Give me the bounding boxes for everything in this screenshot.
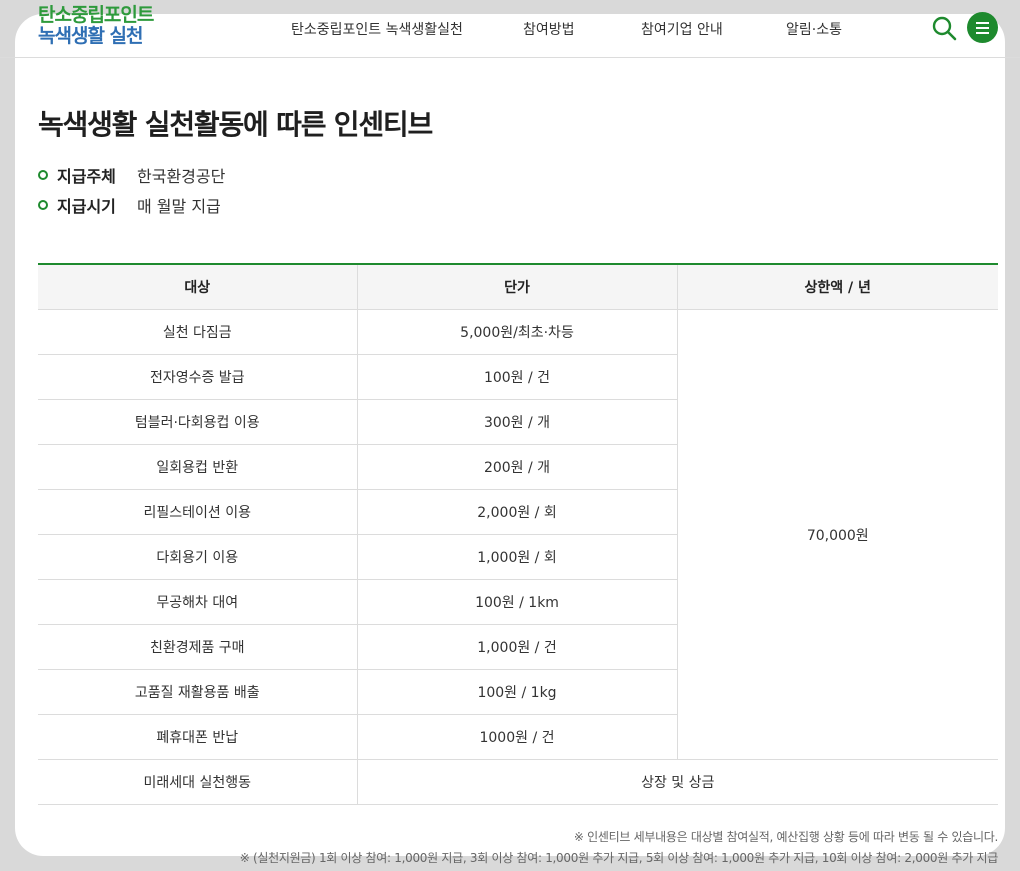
cell-target: 전자영수증 발급 [38, 354, 357, 400]
cell-target: 리필스테이션 이용 [38, 489, 357, 535]
info-value: 매 월말 지급 [137, 197, 221, 216]
cell-target: 실천 다짐금 [38, 309, 357, 355]
cell-target: 미래세대 실천행동 [38, 759, 357, 805]
table-header-row: 대상 단가 상한액 / 년 [38, 264, 998, 310]
cell-price: 300원 / 개 [356, 399, 677, 445]
info-label: 지급주체 [57, 167, 116, 186]
cell-price: 100원 / 1km [356, 579, 677, 625]
cell-price: 2,000원 / 회 [356, 489, 677, 535]
logo-line-1: 탄소중립포인트 [38, 4, 154, 26]
cell-target: 친환경제품 구매 [38, 624, 357, 670]
search-icon[interactable] [931, 15, 957, 41]
nav-item-partner-companies[interactable]: 참여기업 안내 [641, 19, 723, 39]
cell-target: 고품질 재활용품 배출 [38, 669, 357, 715]
cell-price: 200원 / 개 [356, 444, 677, 490]
footnote-incentive-change: ※ 인센티브 세부내용은 대상별 참여실적, 예산집행 상황 등에 따라 변동 … [573, 830, 998, 844]
nav-item-how-to-join[interactable]: 참여방법 [523, 19, 575, 39]
cell-target: 다회용기 이용 [38, 534, 357, 580]
info-label: 지급시기 [57, 197, 116, 216]
cell-price: 100원 / 1kg [356, 669, 677, 715]
cell-target: 무공해차 대여 [38, 579, 357, 625]
footnote-support-payment: ※ (실천지원금) 1회 이상 참여: 1,000원 지급, 3회 이상 참여:… [239, 851, 999, 865]
cell-price: 1,000원 / 회 [356, 534, 677, 580]
logo-line-2: 녹색생활 실천 [38, 25, 144, 47]
cell-target: 일회용컵 반환 [38, 444, 357, 490]
cell-price: 1,000원 / 건 [356, 624, 677, 670]
site-header: 탄소중립포인트 녹색생활 실천 탄소중립포인트 녹색생활실천 참여방법 참여기업… [0, 0, 1020, 58]
site-logo[interactable]: 탄소중립포인트 녹색생활 실천 [38, 4, 154, 47]
info-payer: 지급주체 한국환경공단 [38, 163, 225, 187]
nav-item-green-practice[interactable]: 탄소중립포인트 녹색생활실천 [291, 19, 463, 39]
cell-price: 100원 / 건 [356, 354, 677, 400]
cell-award: 상장 및 상금 [356, 759, 998, 805]
incentive-table: 대상 단가 상한액 / 년 실천 다짐금 5,000원/최초·차등 70,000… [38, 263, 998, 805]
bullet-icon [38, 200, 48, 210]
cell-target: 폐휴대폰 반납 [38, 714, 357, 760]
table-row: 미래세대 실천행동 상장 및 상금 [38, 759, 998, 805]
header-price: 단가 [356, 264, 677, 310]
cell-target: 텀블러·다회용컵 이용 [38, 399, 357, 445]
cell-price: 5,000원/최초·차등 [356, 309, 677, 355]
cell-price: 1000원 / 건 [356, 714, 677, 760]
header-cap: 상한액 / 년 [676, 264, 998, 310]
info-value: 한국환경공단 [137, 167, 226, 186]
page-title: 녹색생활 실천활동에 따른 인센티브 [38, 108, 433, 141]
hamburger-menu-icon[interactable] [967, 12, 998, 43]
cell-cap: 70,000원 [676, 309, 998, 760]
nav-item-notice-communication[interactable]: 알림·소통 [786, 19, 842, 39]
bullet-icon [38, 170, 48, 180]
table-row: 실천 다짐금 5,000원/최초·차등 70,000원 [38, 309, 998, 760]
info-payment-time: 지급시기 매 월말 지급 [38, 193, 221, 217]
header-target: 대상 [38, 264, 357, 310]
